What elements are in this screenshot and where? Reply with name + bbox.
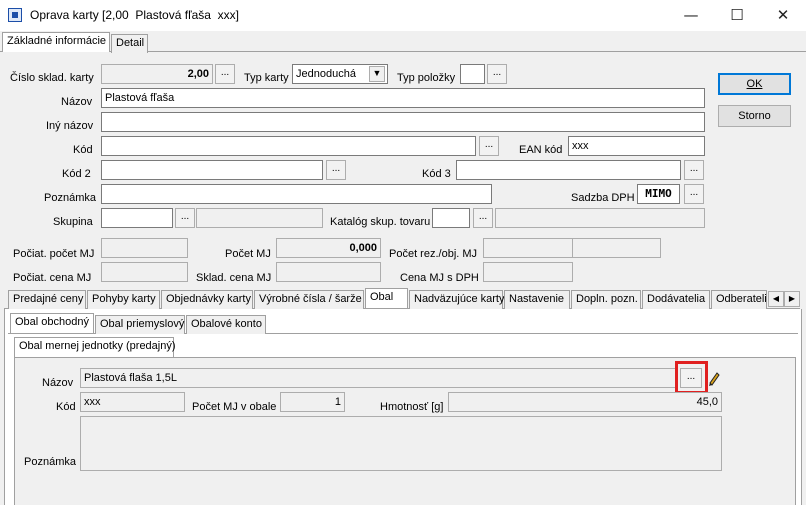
kod3-label: Kód 3 <box>422 168 451 180</box>
cislo-karty-label: Číslo sklad. karty <box>10 72 94 84</box>
sadzba-dots-button[interactable]: ... <box>684 184 704 204</box>
kod3-field[interactable] <box>456 160 681 180</box>
katalog-dots-button[interactable]: ... <box>473 208 493 228</box>
tab-objednavky-karty[interactable]: Objednávky karty <box>161 290 253 309</box>
obal-poznamka-field <box>80 416 722 471</box>
skupina-label: Skupina <box>53 216 93 228</box>
tabs-scroll-left-icon[interactable]: ◀ <box>768 291 784 307</box>
skupina-code-field[interactable] <box>101 208 173 228</box>
tab-nadvazujuce-karty[interactable]: Nadväzujúce karty <box>409 290 505 309</box>
pocet-rez-label: Počet rez./obj. MJ <box>389 248 478 260</box>
typ-karty-value: Jednoduchá <box>296 68 356 80</box>
pociat-pocet-field <box>101 238 188 258</box>
tabs-scroll-right-icon[interactable]: ▶ <box>784 291 800 307</box>
tab-pohyby-karty[interactable]: Pohyby karty <box>87 290 160 309</box>
minimize-icon[interactable]: — <box>668 0 714 31</box>
pocet-mj-label: Počet MJ <box>225 248 271 260</box>
ean-field[interactable]: xxx <box>568 136 705 156</box>
tab-nastavenie[interactable]: Nastavenie <box>504 290 570 309</box>
tab-obal-obchodny[interactable]: Obal obchodný <box>10 313 94 333</box>
tab-obal[interactable]: Obal <box>365 288 408 308</box>
cislo-karty-dots-button[interactable]: ... <box>215 64 235 84</box>
pocet-rez-field-2 <box>572 238 661 258</box>
kod-field[interactable] <box>101 136 476 156</box>
iny-nazov-label: Iný názov <box>46 120 94 132</box>
tab-dodavatelia[interactable]: Dodávatelia <box>642 290 710 309</box>
obal-pocet-label: Počet MJ v obale <box>192 401 277 413</box>
obal-kod-label: Kód <box>56 401 76 413</box>
katalog-code-field[interactable] <box>432 208 470 228</box>
kod2-label: Kód 2 <box>62 168 91 180</box>
tab-obal-priemyslovy[interactable]: Obal priemyslový <box>95 315 185 334</box>
tab-odberatelia[interactable]: Odberateli <box>711 290 767 309</box>
nazov-field[interactable]: Plastová fľaša <box>101 88 705 108</box>
highlight-box <box>675 361 708 394</box>
pocet-rez-field-1 <box>483 238 573 258</box>
iny-nazov-field[interactable] <box>101 112 705 132</box>
kod-dots-button[interactable]: ... <box>479 136 499 156</box>
cislo-karty-field[interactable]: 2,00 <box>101 64 213 84</box>
obal-kod-field: xxx <box>80 392 185 412</box>
tab-predajne-ceny[interactable]: Predajné ceny <box>8 290 86 309</box>
nazov-label: Názov <box>61 96 93 108</box>
app-icon <box>8 8 22 22</box>
typ-polozky-label: Typ položky <box>397 72 456 84</box>
pociat-pocet-label: Počiat. počet MJ <box>13 248 95 260</box>
kod-label: Kód <box>73 144 93 156</box>
obal-hmotnost-field: 45,0 <box>448 392 722 412</box>
obal-poznamka-label: Poznámka <box>24 456 76 468</box>
sadzba-field[interactable]: MIMO <box>637 184 680 204</box>
skupina-name-field <box>196 208 323 228</box>
pocet-mj-field: 0,000 <box>276 238 381 258</box>
chevron-down-icon[interactable]: ▼ <box>369 66 385 82</box>
cena-dph-field <box>483 262 573 282</box>
cena-dph-label: Cena MJ s DPH <box>400 272 479 284</box>
kod2-dots-button[interactable]: ... <box>326 160 346 180</box>
sklad-cena-label: Sklad. cena MJ <box>196 272 272 284</box>
typ-polozky-dots-button[interactable]: ... <box>487 64 507 84</box>
tab-obal-mernej-jednotky[interactable]: Obal mernej jednotky (predajný) <box>14 337 176 357</box>
katalog-label: Katalóg skup. tovaru <box>330 216 431 228</box>
obal-pocet-field: 1 <box>280 392 345 412</box>
pociat-cena-field <box>101 262 188 282</box>
typ-polozky-field[interactable] <box>460 64 485 84</box>
kod2-field[interactable] <box>101 160 323 180</box>
tab-detail[interactable]: Detail <box>111 34 148 53</box>
obal-nazov-field: Plastová flaša 1,5L <box>80 368 678 388</box>
tab-vyrobne-cisla[interactable]: Výrobné čísla / šarže <box>254 290 364 309</box>
skupina-dots-button[interactable]: ... <box>175 208 195 228</box>
storno-button[interactable]: Storno <box>718 105 791 127</box>
sadzba-label: Sadzba DPH <box>571 192 635 204</box>
sklad-cena-field <box>276 262 381 282</box>
ok-button[interactable]: OK <box>718 73 791 95</box>
maximize-icon[interactable]: ☐ <box>714 0 760 31</box>
obal-hmotnost-label: Hmotnosť [g] <box>380 401 444 413</box>
window-title: Oprava karty [2,00 Plastová fľaša xxx] <box>30 8 239 22</box>
tab-obalove-konto[interactable]: Obalové konto <box>186 315 266 334</box>
close-icon[interactable]: ✕ <box>760 0 806 31</box>
ok-label: OK <box>746 78 763 90</box>
katalog-name-field <box>495 208 705 228</box>
typ-karty-label: Typ karty <box>244 72 289 84</box>
poznamka-label: Poznámka <box>44 192 96 204</box>
ean-label: EAN kód <box>519 144 563 156</box>
poznamka-field[interactable] <box>101 184 492 204</box>
kod3-dots-button[interactable]: ... <box>684 160 704 180</box>
tab-dopln-pozn[interactable]: Dopln. pozn. <box>571 290 641 309</box>
tab-zakladne-informacie[interactable]: Základné informácie <box>2 32 110 52</box>
pociat-cena-label: Počiat. cena MJ <box>13 272 92 284</box>
pencil-icon[interactable] <box>707 370 721 386</box>
obal-nazov-label: Názov <box>42 377 74 389</box>
